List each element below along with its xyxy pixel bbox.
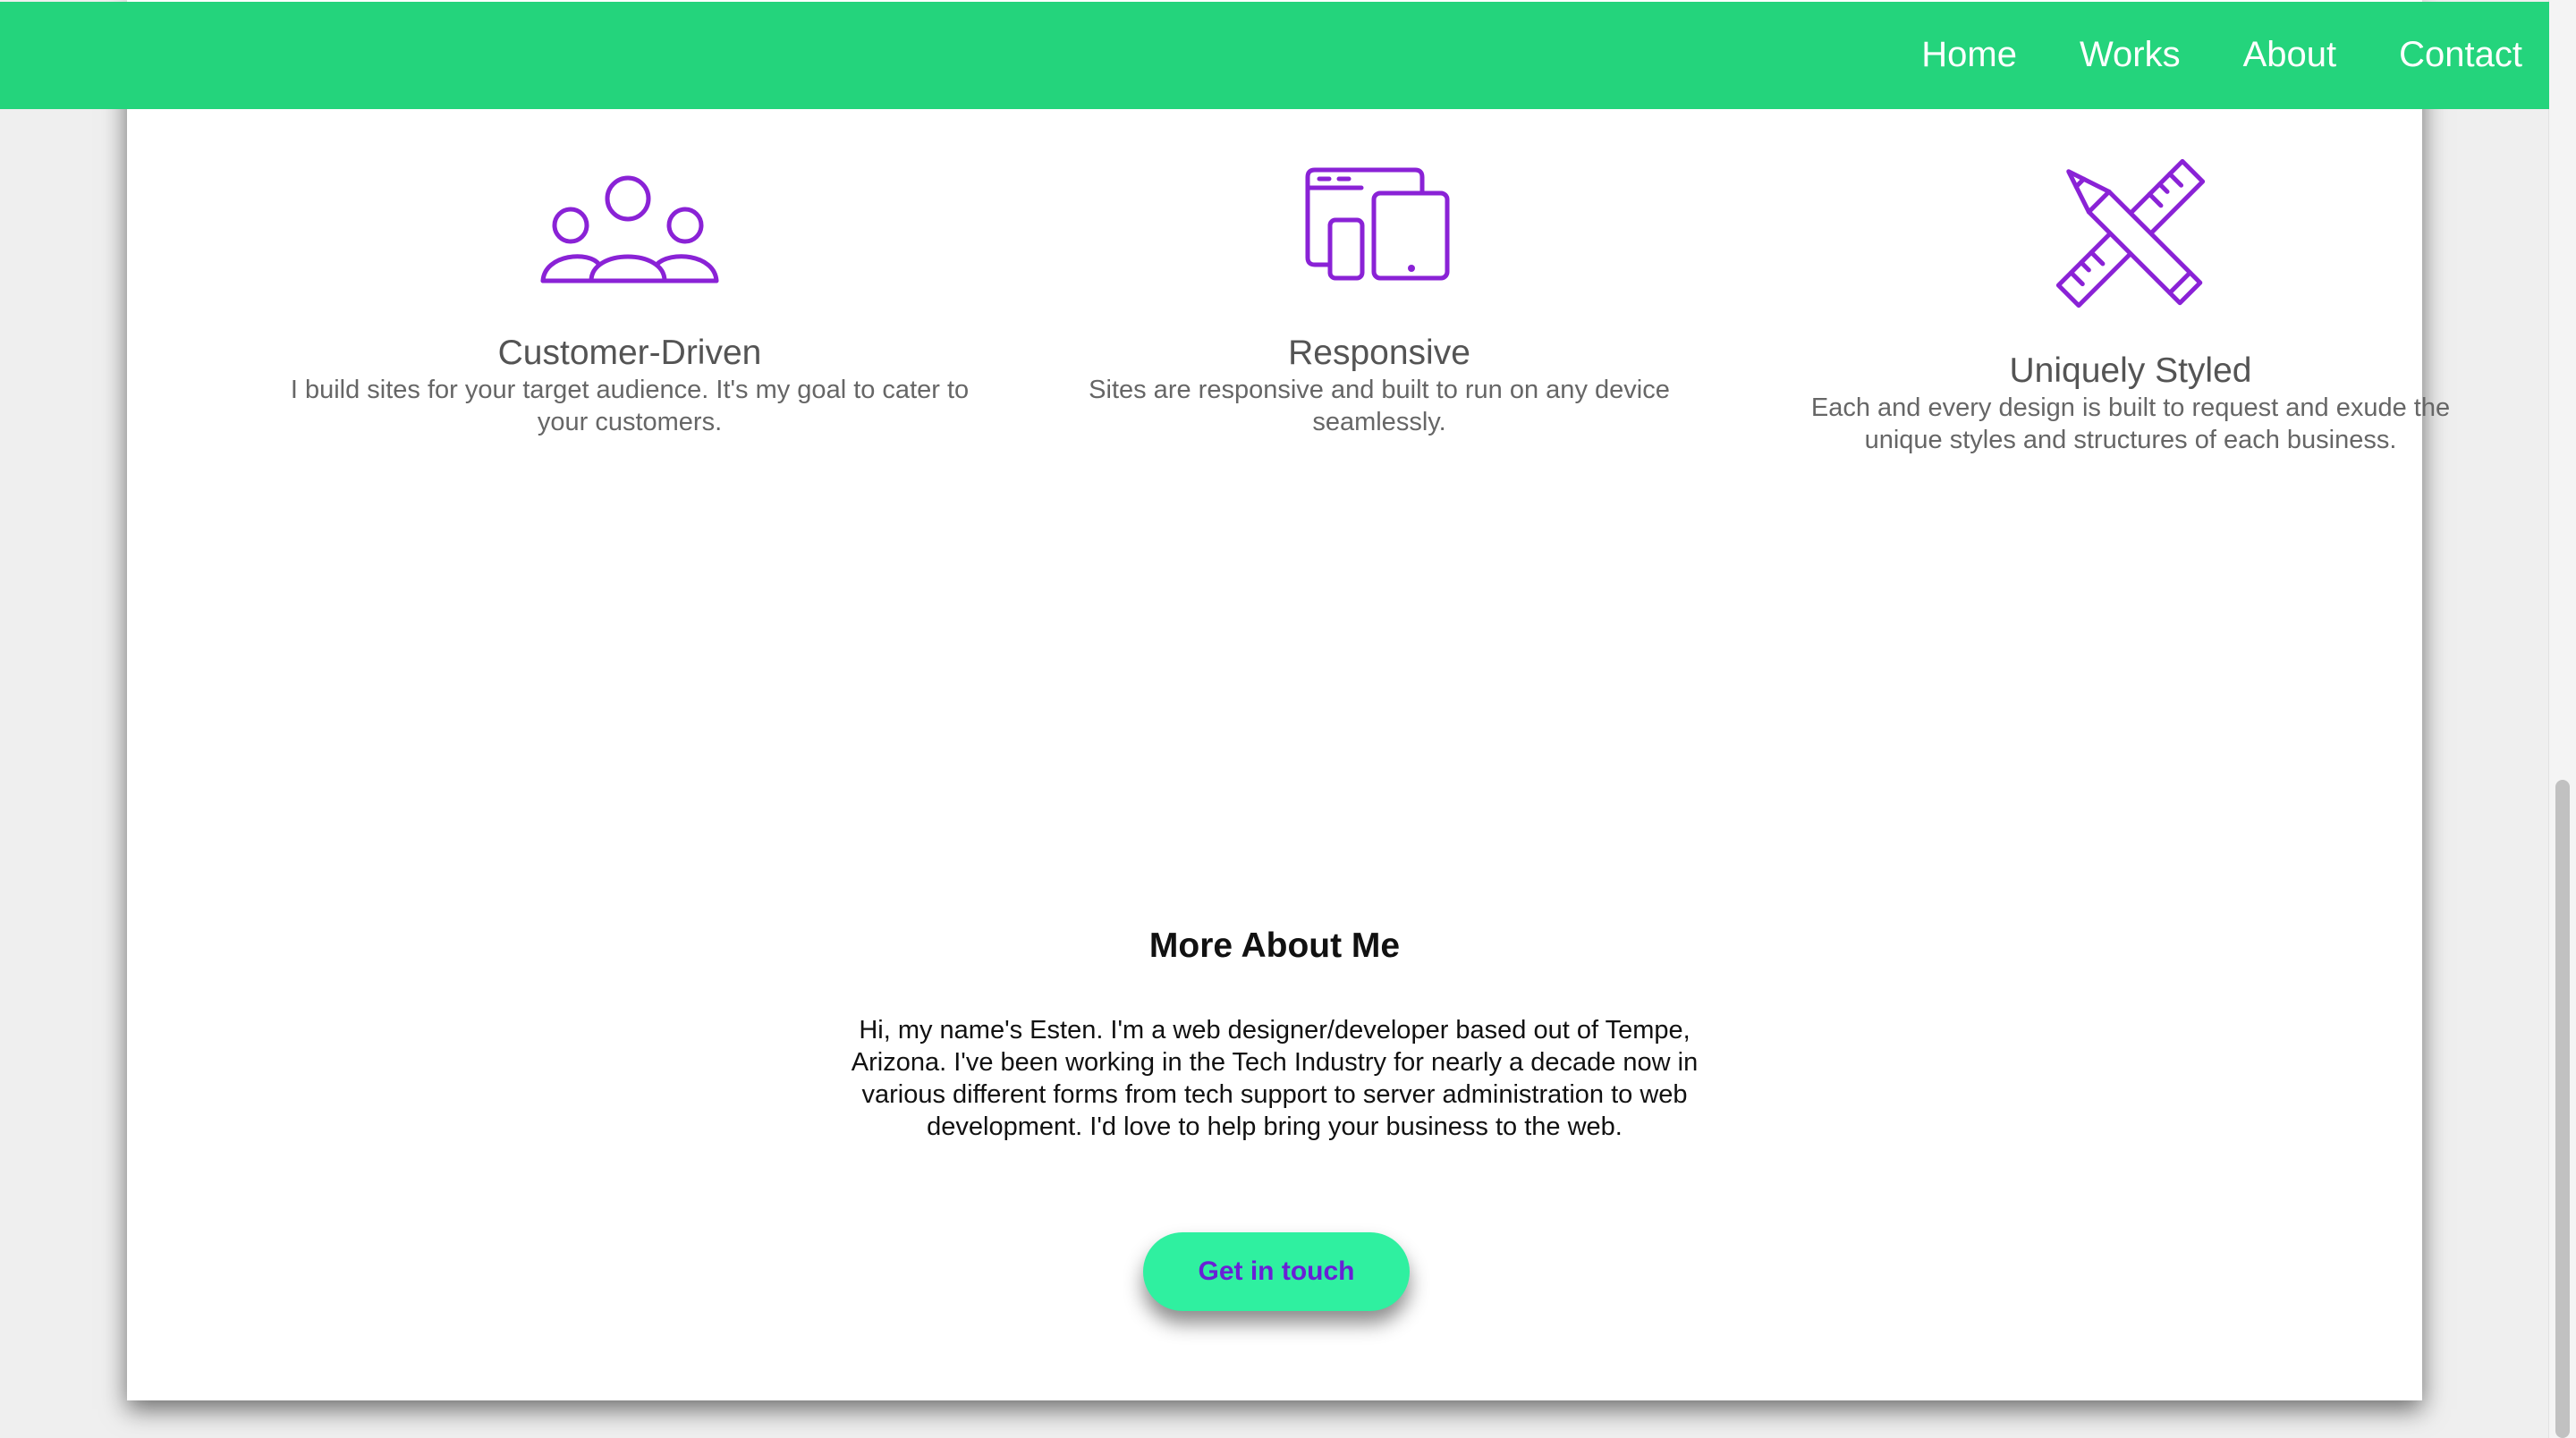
feature-description: I build sites for your target audience. … bbox=[290, 376, 970, 436]
feature-title: Customer-Driven bbox=[497, 334, 762, 372]
feature-description: Sites are responsive and built to run on… bbox=[1089, 376, 1670, 436]
feature-uniquely-styled: Uniquely Styled Each and every design is… bbox=[1791, 157, 2470, 456]
scrollbar[interactable] bbox=[2548, 0, 2576, 1438]
nav-contact-link[interactable]: Contact bbox=[2399, 35, 2522, 75]
devices-icon bbox=[1305, 167, 1450, 281]
customers-icon bbox=[540, 175, 719, 283]
top-navbar: Home Works About Contact bbox=[0, 2, 2549, 109]
nav-links: Home Works About Contact bbox=[1859, 2, 2522, 107]
feature-title: Responsive bbox=[1288, 334, 1470, 372]
pencil-ruler-icon bbox=[2055, 158, 2206, 309]
about-paragraph: Hi, my name's Esten. I'm a web designer/… bbox=[851, 1016, 1699, 1141]
nav-about-link[interactable]: About bbox=[2243, 35, 2337, 75]
nav-works-link[interactable]: Works bbox=[2080, 35, 2181, 75]
get-in-touch-button[interactable]: Get in touch bbox=[1143, 1232, 1410, 1311]
scrollbar-thumb[interactable] bbox=[2555, 780, 2570, 1438]
feature-responsive: Responsive Sites are responsive and buil… bbox=[1039, 157, 1719, 438]
feature-title: Uniquely Styled bbox=[2009, 351, 2252, 390]
feature-description: Each and every design is built to reques… bbox=[1810, 393, 2451, 454]
feature-customer-driven: Customer-Driven I build sites for your t… bbox=[290, 157, 970, 438]
nav-home-link[interactable]: Home bbox=[1921, 35, 2017, 75]
about-heading: More About Me bbox=[1148, 926, 1401, 965]
content-card: Customer-Driven I build sites for your t… bbox=[127, 0, 2450, 1400]
